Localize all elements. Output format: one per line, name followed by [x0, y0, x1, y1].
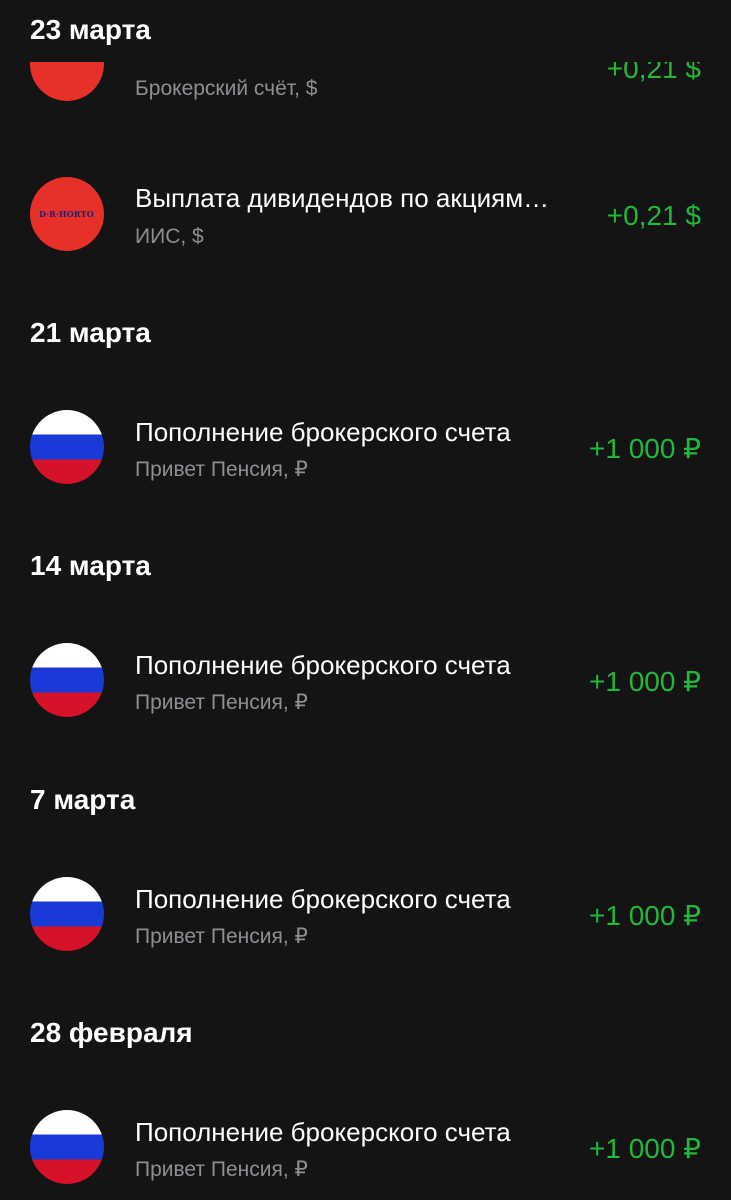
- operation-title: Пополнение брокерского счета: [135, 650, 511, 680]
- operation-title: Пополнение брокерского счета: [135, 1117, 511, 1147]
- operation-account: Привет Пенсия, ₽: [135, 925, 308, 948]
- operation-amount: +1 000 ₽: [588, 433, 701, 464]
- dr-horton-logo-text: D·R·HORTON: [39, 209, 95, 219]
- operation-row[interactable]: D·R·HORTON Выплата дивидендов по акциям……: [0, 169, 731, 259]
- russia-flag-icon: [30, 643, 104, 717]
- operation-title: Пополнение брокерского счета: [135, 417, 511, 447]
- operation-row[interactable]: Пополнение брокерского счета Привет Пенс…: [0, 401, 731, 491]
- operation-row[interactable]: Пополнение брокерского счета Привет Пенс…: [0, 868, 731, 958]
- operation-account: Привет Пенсия, ₽: [135, 458, 308, 481]
- operation-account: Брокерский счёт, $: [135, 77, 318, 100]
- russia-flag-icon: [30, 410, 104, 484]
- operation-title: Выплата дивидендов по акциям…: [135, 183, 550, 213]
- russia-flag-icon: [30, 877, 104, 951]
- date-header: 28 февраля: [30, 1017, 193, 1048]
- operation-row[interactable]: Пополнение брокерского счета Привет Пенс…: [0, 1101, 731, 1191]
- date-header: 23 марта: [30, 14, 151, 45]
- date-header: 7 марта: [30, 784, 136, 815]
- operation-account: ИИС, $: [135, 225, 204, 248]
- operation-amount: +1 000 ₽: [588, 666, 701, 697]
- operation-account: Привет Пенсия, ₽: [135, 1158, 308, 1181]
- russia-flag-icon: [30, 1110, 104, 1184]
- operation-amount: +0,21 $: [606, 200, 701, 231]
- operation-row[interactable]: Пополнение брокерского счета Привет Пенс…: [0, 634, 731, 724]
- operation-account: Привет Пенсия, ₽: [135, 691, 308, 714]
- operation-amount: +1 000 ₽: [588, 900, 701, 931]
- date-header: 21 марта: [30, 317, 151, 348]
- dr-horton-logo-icon: D·R·HORTON: [30, 177, 104, 251]
- date-header: 14 марта: [30, 550, 151, 581]
- operation-amount: +1 000 ₽: [588, 1133, 701, 1164]
- operation-title: Пополнение брокерского счета: [135, 884, 511, 914]
